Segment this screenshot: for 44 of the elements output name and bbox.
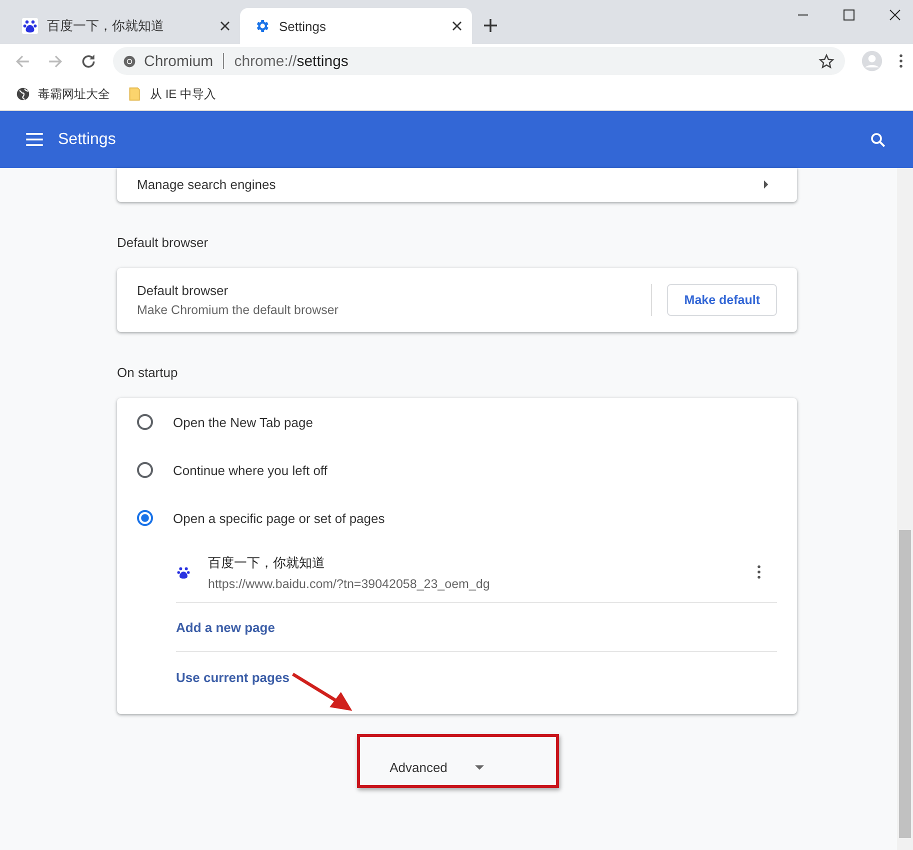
globe-icon	[16, 86, 30, 102]
settings-row[interactable]: Manage search engines	[117, 168, 797, 202]
gear-icon	[254, 18, 270, 34]
new-tab-icon[interactable]	[484, 19, 497, 32]
radio-button[interactable]	[137, 414, 153, 430]
search-icon[interactable]	[869, 130, 887, 148]
row-title: Default browser	[137, 283, 230, 298]
section-heading: On startup	[117, 365, 179, 380]
page-title: Settings	[58, 130, 117, 148]
paw-icon	[176, 564, 191, 580]
text-link[interactable]: Use current pages	[176, 670, 290, 684]
paw-icon	[22, 18, 38, 34]
close-icon[interactable]	[889, 9, 901, 21]
address-bar[interactable]: Chromium chrome://settings	[113, 47, 845, 75]
page-title-text: 百度一下，你就知道	[208, 554, 326, 572]
caret-down-icon	[475, 765, 484, 770]
text-link[interactable]: Add a new page	[176, 620, 275, 634]
caret-right-icon	[764, 180, 769, 188]
row-subtitle: Make Chromium the default browser	[137, 303, 340, 317]
radio-label: Continue where you left off	[173, 462, 328, 478]
bookmark-item[interactable]: 从 IE 中导入	[128, 86, 216, 102]
row-label: Manage search engines	[137, 176, 276, 192]
scrollbar[interactable]	[897, 168, 913, 850]
folder-icon	[128, 86, 142, 102]
radio-button[interactable]	[137, 462, 153, 478]
more-vertical-icon[interactable]	[757, 565, 761, 579]
advanced-button[interactable]: Advanced	[380, 754, 494, 781]
menu-icon[interactable]	[26, 133, 43, 146]
maximize-icon[interactable]	[843, 9, 855, 21]
star-icon[interactable]	[818, 52, 835, 70]
radio-button[interactable]	[137, 510, 153, 526]
radio-label: Open the New Tab page	[173, 414, 313, 430]
reload-icon[interactable]	[80, 52, 97, 70]
more-vertical-icon[interactable]	[899, 54, 903, 68]
close-icon[interactable]	[452, 21, 462, 31]
make-default-button[interactable]: Make default	[667, 284, 777, 316]
scrollbar-thumb[interactable]	[899, 530, 911, 838]
browser-tab[interactable]: Settings	[240, 8, 472, 44]
bookmark-item[interactable]: 毒霸网址大全	[16, 86, 110, 102]
page-url: https://www.baidu.com/?tn=39042058_23_oem_dg	[208, 576, 491, 590]
browser-tab[interactable]: 百度一下，你就知道	[8, 8, 240, 44]
close-icon[interactable]	[220, 21, 230, 31]
section-heading: Default browser	[117, 235, 210, 250]
radio-label: Open a specific page or set of pages	[173, 510, 385, 526]
